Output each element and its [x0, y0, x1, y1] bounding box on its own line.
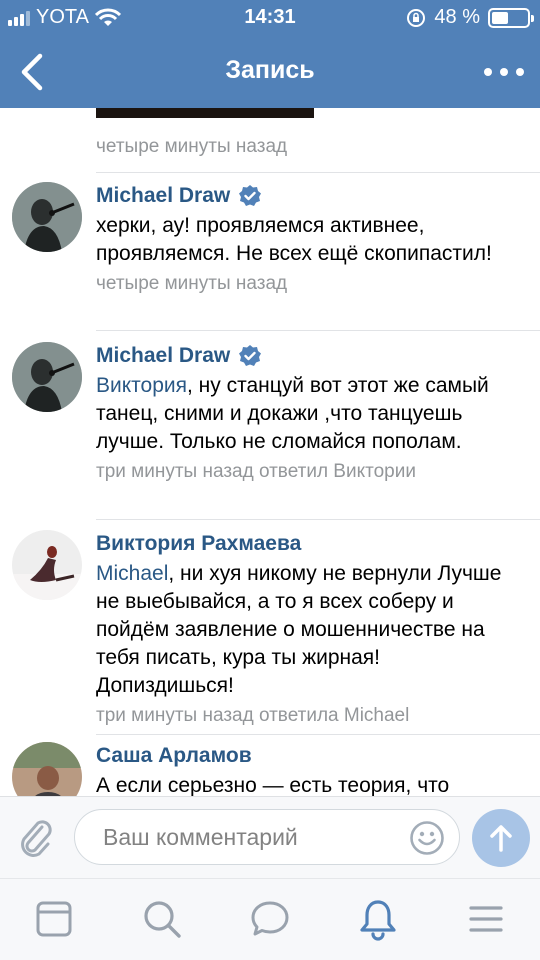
divider [96, 172, 540, 173]
avatar[interactable] [12, 530, 82, 600]
divider [96, 519, 540, 520]
menu-icon[interactable] [464, 897, 508, 941]
avatar-image [12, 182, 82, 252]
comment-author[interactable]: Michael Draw [96, 342, 520, 370]
battery-percent: 48 % [434, 6, 480, 28]
previous-comment-time: четыре минуты назад [96, 136, 288, 157]
battery-fill [492, 11, 508, 24]
comment-text: Michael, ни хуя никому не вернули Лучше … [96, 560, 520, 700]
comment-meta: три минуты назад ответила Michael [96, 705, 410, 726]
divider [96, 734, 540, 735]
comment-text: А если серьезно — есть теория, что [96, 774, 450, 796]
comment-meta: три минуты назад ответил Виктории [96, 461, 416, 482]
nav-bar: Запись [0, 36, 540, 108]
comment-meta: четыре минуты назад [96, 273, 288, 294]
tab-bar [0, 878, 540, 960]
news-icon[interactable] [32, 897, 76, 941]
comment-text: херки, ау! проявляемся активнее, проявля… [96, 214, 492, 265]
avatar[interactable] [12, 742, 82, 796]
mention-link[interactable]: Виктория [96, 374, 187, 397]
avatar-image [12, 342, 82, 412]
battery-icon [488, 7, 534, 28]
search-icon[interactable] [140, 897, 184, 941]
comment-input[interactable] [103, 818, 403, 856]
verified-icon [239, 185, 262, 206]
comment-author[interactable]: Саша Арламов [96, 742, 520, 770]
page-title: Запись [225, 56, 315, 84]
status-bar: YOTA 14:31 48 % [0, 0, 540, 36]
author-name[interactable]: Виктория Рахмаева [96, 530, 301, 558]
orientation-lock-icon [407, 8, 426, 27]
comment-author[interactable]: Виктория Рахмаева [96, 530, 520, 558]
emoji-icon[interactable] [409, 820, 445, 856]
battery-group: 48 % [406, 6, 534, 29]
paperclip-icon[interactable] [16, 815, 56, 859]
author-name[interactable]: Michael Draw [96, 182, 230, 210]
comments-feed[interactable]: четыре минуты назад Michael Draw херки, … [0, 108, 540, 796]
arrow-up-icon [490, 825, 512, 852]
comment-composer [0, 796, 540, 878]
verified-icon [239, 345, 262, 366]
author-name[interactable]: Саша Арламов [96, 742, 252, 770]
comment-author[interactable]: Michael Draw [96, 182, 520, 210]
notifications-icon[interactable] [356, 897, 400, 941]
avatar-image [12, 742, 82, 796]
send-button[interactable] [472, 809, 530, 867]
messages-icon[interactable] [248, 897, 292, 941]
avatar-image [12, 530, 82, 600]
author-name[interactable]: Michael Draw [96, 342, 230, 370]
divider [96, 330, 540, 331]
avatar[interactable] [12, 182, 82, 252]
more-options-icon[interactable] [484, 58, 524, 86]
avatar[interactable] [12, 342, 82, 412]
mention-link[interactable]: Michael [96, 562, 168, 585]
comment-text: Виктория, ну станцуй вот этот же самый т… [96, 372, 520, 456]
app-header: YOTA 14:31 48 % Запись [0, 0, 540, 108]
post-media-preview[interactable] [96, 108, 314, 118]
comment-input-wrapper[interactable] [74, 809, 460, 865]
